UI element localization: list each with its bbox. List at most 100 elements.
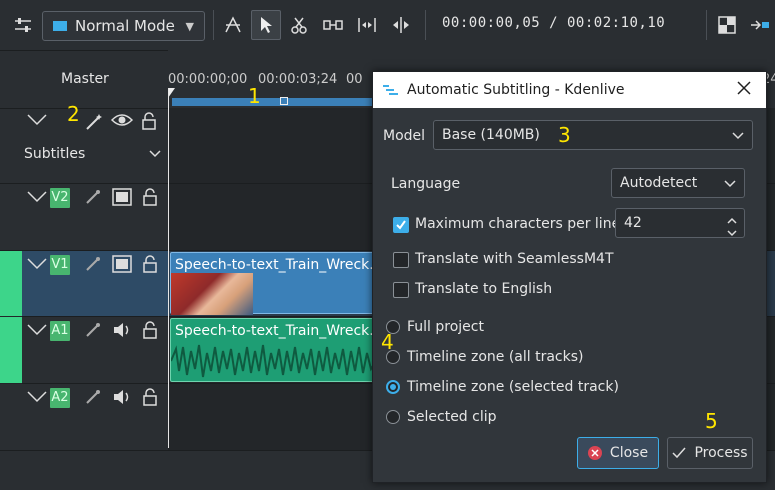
dialog-title: Automatic Subtitling - Kdenlive <box>407 82 625 98</box>
film-icon[interactable] <box>112 255 132 277</box>
cancel-icon <box>587 446 602 460</box>
automatic-subtitling-dialog: Automatic Subtitling - Kdenlive Model Ba… <box>372 71 767 483</box>
chevron-down-icon: ▼ <box>185 20 194 33</box>
dialog-titlebar[interactable]: Automatic Subtitling - Kdenlive <box>373 72 766 108</box>
auto-subtitle-wand-icon[interactable] <box>84 112 104 136</box>
timecode-display: 00:00:00,05 / 00:02:10,10 <box>442 15 666 31</box>
close-button[interactable]: Close <box>577 437 659 469</box>
collapse-chevron-icon[interactable] <box>26 323 48 341</box>
collapse-chevron-icon[interactable] <box>26 257 48 275</box>
razor-fx-icon[interactable] <box>218 10 248 40</box>
audio-waveform <box>171 344 374 378</box>
cut-tool-icon[interactable] <box>284 10 314 40</box>
model-value: Base (140MB) <box>442 127 540 143</box>
clip-thumbnail <box>171 273 253 315</box>
process-button[interactable]: Process <box>667 437 753 469</box>
select-tool-icon[interactable] <box>251 10 281 40</box>
mode-icon <box>53 21 67 31</box>
slip-tool-icon[interactable] <box>352 10 382 40</box>
close-button-label: Close <box>609 445 649 461</box>
track-header-a1[interactable]: A1 <box>22 317 168 384</box>
track-active-indicator <box>0 251 22 316</box>
ruler-tick-label: 00:00:00;00 <box>168 72 248 87</box>
max-chars-spinbox[interactable]: 42 <box>615 208 745 238</box>
collapse-chevron-icon[interactable] <box>26 390 48 408</box>
track-name-a1[interactable]: A1 <box>50 321 70 341</box>
master-label: Master <box>61 71 109 87</box>
radio-label-timeline-zone-all[interactable]: Timeline zone (all tracks) <box>407 349 583 365</box>
lock-icon[interactable] <box>142 255 158 277</box>
lock-icon[interactable] <box>142 388 158 410</box>
track-active-indicator <box>0 317 22 383</box>
radio-selected-clip[interactable] <box>386 410 400 424</box>
monitor-icon[interactable] <box>712 10 742 40</box>
radio-label-timeline-zone-selected[interactable]: Timeline zone (selected track) <box>407 379 619 395</box>
model-combo[interactable]: Base (140MB) <box>433 120 753 150</box>
spin-down-icon[interactable] <box>727 225 737 241</box>
track-header-a2: A2 <box>0 384 168 451</box>
toolbar-separator <box>706 10 707 40</box>
language-value: Autodetect <box>620 175 698 191</box>
lock-icon[interactable] <box>142 188 158 210</box>
edit-mode-combo[interactable]: Normal Mode ▼ <box>42 11 205 41</box>
eye-icon[interactable] <box>110 112 134 132</box>
main-toolbar: Normal Mode ▼ 00:00:00,05 / 00:02:10,10 <box>0 0 775 51</box>
lock-icon[interactable] <box>142 321 158 343</box>
max-chars-label[interactable]: Maximum characters per line <box>415 216 620 232</box>
clip-label: Speech-to-text_Train_Wreck.m <box>175 257 388 273</box>
close-icon[interactable] <box>737 81 751 99</box>
mode-label: Normal Mode <box>75 17 175 35</box>
subtitles-track-header: Subtitles <box>0 109 168 184</box>
playhead-marker[interactable] <box>168 88 175 98</box>
radio-label-selected-clip[interactable]: Selected clip <box>407 409 497 425</box>
ruler-tick-label: 00:00:03;24 <box>258 72 338 87</box>
film-icon[interactable] <box>112 188 132 210</box>
audio-clip[interactable]: Speech-to-text_Train_Wreck.m <box>170 318 375 382</box>
playhead-line <box>168 88 169 448</box>
track-header-v1[interactable]: V1 <box>22 251 168 317</box>
kdenlive-logo-icon <box>383 83 399 101</box>
track-name-v2[interactable]: V2 <box>50 188 70 208</box>
radio-label-full-project[interactable]: Full project <box>407 319 484 335</box>
effect-wand-icon[interactable] <box>84 255 102 277</box>
chevron-down-icon <box>724 177 736 193</box>
ripple-tool-icon[interactable] <box>386 10 416 40</box>
effect-wand-icon[interactable] <box>84 321 102 343</box>
toolbar-separator <box>213 10 214 40</box>
translate-seamless-checkbox[interactable] <box>393 252 409 268</box>
spacer-tool-icon[interactable] <box>318 10 348 40</box>
effect-wand-icon[interactable] <box>84 388 102 410</box>
check-icon <box>672 447 686 459</box>
translate-seamless-label[interactable]: Translate with SeamlessM4T <box>415 251 614 267</box>
max-chars-checkbox[interactable] <box>393 217 409 233</box>
chevron-down-icon <box>732 129 744 145</box>
speaker-icon[interactable] <box>112 321 132 343</box>
radio-timeline-zone-selected[interactable] <box>386 380 400 394</box>
track-header-v2: V2 <box>0 184 168 251</box>
process-button-label: Process <box>694 445 748 461</box>
max-chars-value: 42 <box>624 215 642 231</box>
settings-sliders-icon[interactable] <box>8 10 38 40</box>
speaker-icon[interactable] <box>112 388 132 410</box>
collapse-chevron-icon[interactable] <box>26 113 48 131</box>
chevron-down-icon[interactable] <box>149 147 161 163</box>
collapse-chevron-icon[interactable] <box>26 190 48 208</box>
translate-english-checkbox[interactable] <box>393 282 409 298</box>
video-clip[interactable]: Speech-to-text_Train_Wreck.m <box>170 252 387 315</box>
track-name-v1[interactable]: V1 <box>50 255 70 275</box>
ruler-tick-label: 00 <box>346 72 363 87</box>
clip-label: Speech-to-text_Train_Wreck.m <box>175 323 375 339</box>
annotation-number: 2 <box>67 102 80 126</box>
language-label: Language <box>391 176 461 192</box>
toolbar-separator <box>425 10 426 40</box>
extract-icon[interactable] <box>745 10 775 40</box>
timeline-zone-bar[interactable] <box>172 98 372 106</box>
track-name-a2[interactable]: A2 <box>50 388 70 408</box>
subtitles-label: Subtitles <box>24 146 86 162</box>
effect-wand-icon[interactable] <box>84 188 102 210</box>
translate-english-label[interactable]: Translate to English <box>415 281 552 297</box>
language-combo[interactable]: Autodetect <box>611 168 745 198</box>
zone-handle[interactable] <box>280 97 288 105</box>
lock-icon[interactable] <box>141 112 157 134</box>
annotation-number: 3 <box>558 123 571 147</box>
